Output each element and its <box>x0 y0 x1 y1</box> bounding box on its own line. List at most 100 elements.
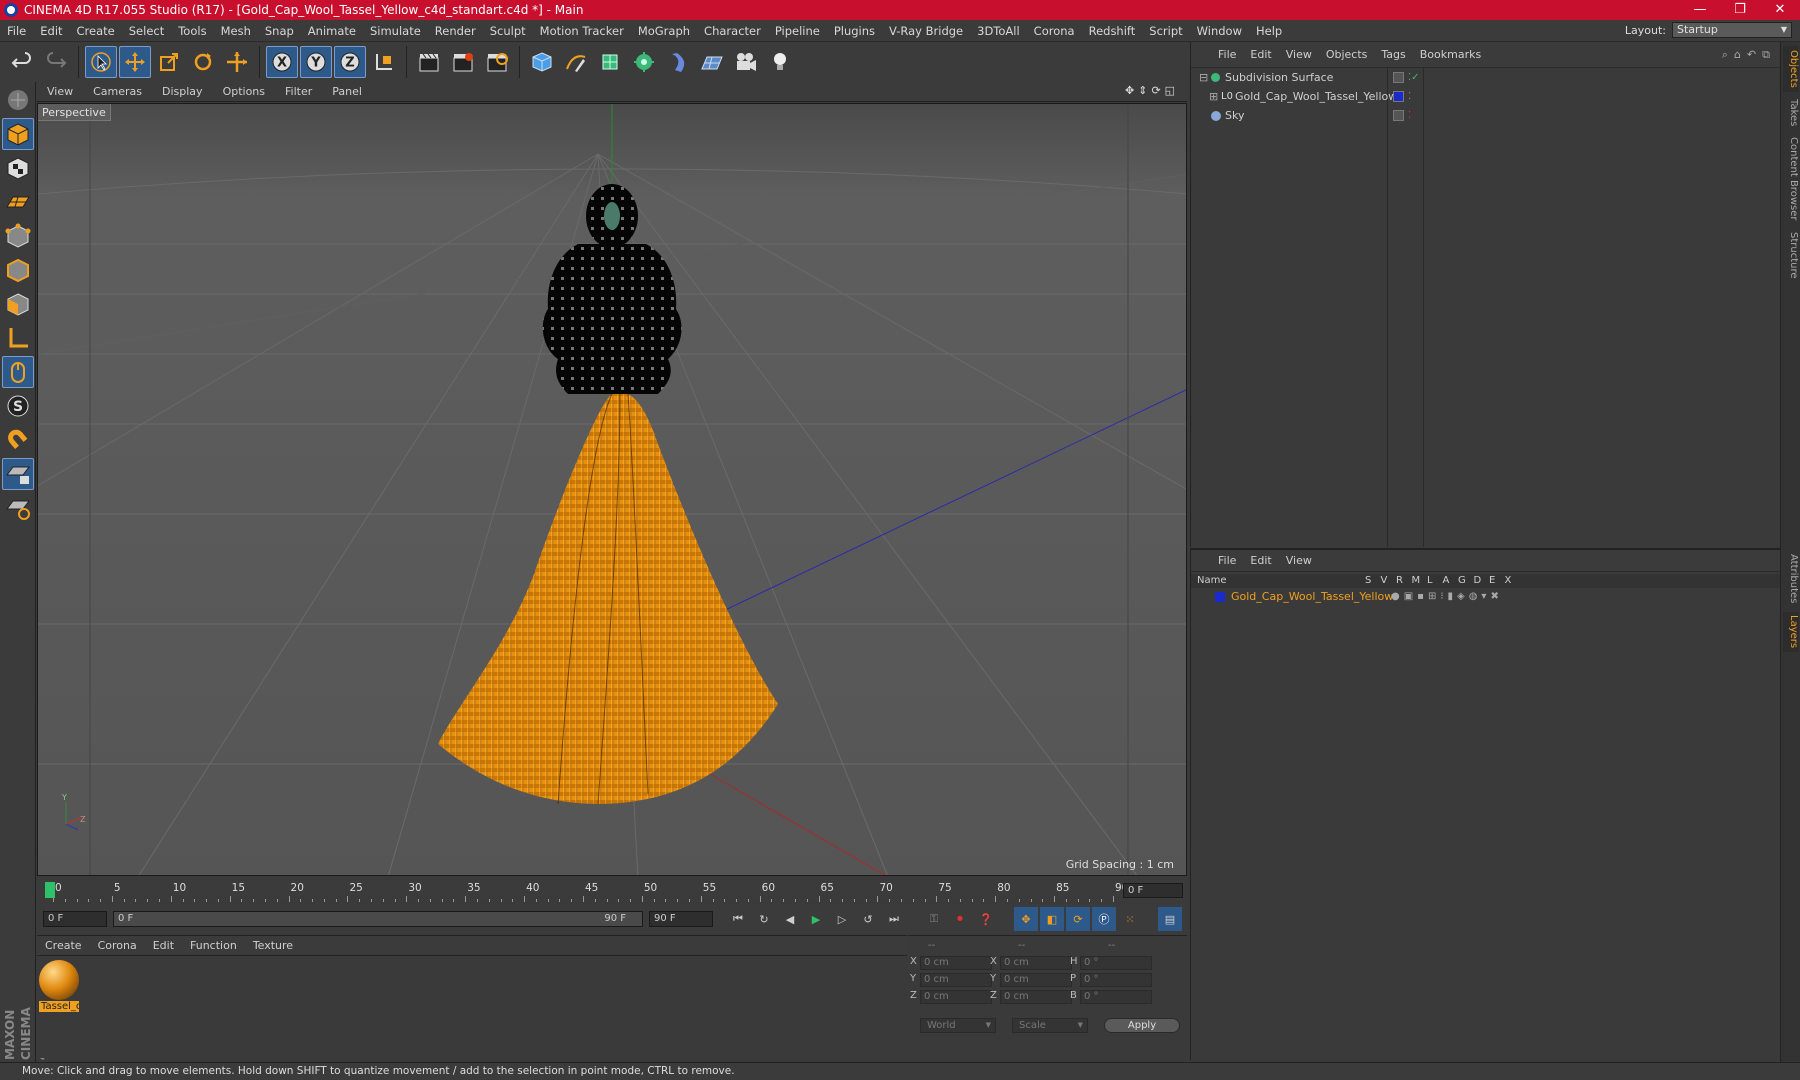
playhead[interactable] <box>45 882 55 898</box>
menu-sculpt[interactable]: Sculpt <box>483 24 533 38</box>
layer-column-header[interactable]: E <box>1489 574 1495 588</box>
make-editable-button[interactable] <box>2 84 34 116</box>
undo-button[interactable] <box>6 46 38 78</box>
layer-column-header[interactable]: M <box>1412 574 1421 588</box>
coord-value-field[interactable]: 0 ° <box>1080 956 1152 970</box>
coord-space-dropdown[interactable]: World ▼ <box>920 1018 996 1033</box>
menu-tools[interactable]: Tools <box>171 24 213 38</box>
layer-column-header[interactable]: G <box>1458 574 1466 588</box>
snap-button[interactable] <box>2 424 34 456</box>
texture-mode-button[interactable] <box>2 152 34 184</box>
tab-objects[interactable]: Objects <box>1783 46 1799 92</box>
key-pla-button[interactable]: ⁙ <box>1118 907 1142 931</box>
viewport-menu-cameras[interactable]: Cameras <box>83 85 152 98</box>
object-menu-file[interactable]: File <box>1211 48 1243 61</box>
play-button[interactable]: ▶ <box>804 907 828 931</box>
perspective-viewport[interactable]: YZ Perspective Grid Spacing : 1 cm <box>37 103 1187 876</box>
menu-corona[interactable]: Corona <box>1027 24 1082 38</box>
record-button[interactable]: ⏺ <box>948 907 972 931</box>
menu-redshift[interactable]: Redshift <box>1082 24 1143 38</box>
coord-value-field[interactable]: 0 cm <box>1000 956 1072 970</box>
y-axis-button[interactable]: Y <box>300 46 332 78</box>
apply-button[interactable]: Apply <box>1104 1018 1180 1033</box>
cube-button[interactable] <box>526 46 558 78</box>
prev-key-button[interactable]: ↻ <box>752 907 776 931</box>
expand-icon[interactable]: ⊞ <box>1209 87 1218 106</box>
menu-select[interactable]: Select <box>122 24 171 38</box>
menu-pipeline[interactable]: Pipeline <box>768 24 827 38</box>
tab-structure[interactable]: Structure <box>1783 228 1799 282</box>
restore-icon[interactable]: ❐ <box>1720 0 1760 20</box>
key-position-button[interactable]: ✥ <box>1014 907 1038 931</box>
layer-column-header[interactable]: A <box>1443 574 1450 588</box>
object-row-sky[interactable]: Sky ⁚ <box>1191 106 1781 125</box>
object-menu-edit[interactable]: Edit <box>1243 48 1278 61</box>
search-icon[interactable]: ⌕ <box>1722 48 1728 62</box>
menu-simulate[interactable]: Simulate <box>363 24 428 38</box>
object-menu-tags[interactable]: Tags <box>1374 48 1412 61</box>
menu-mograph[interactable]: MoGraph <box>631 24 697 38</box>
go-to-end-button[interactable]: ⏭ <box>882 907 906 931</box>
axis-mode-button[interactable] <box>2 322 34 354</box>
end-frame-field[interactable]: 90 F <box>649 911 713 927</box>
object-menu-view[interactable]: View <box>1279 48 1319 61</box>
step-forward-button[interactable]: ▷ <box>830 907 854 931</box>
live-select-button[interactable] <box>85 46 117 78</box>
menu-file[interactable]: File <box>0 24 33 38</box>
move-button[interactable] <box>119 46 151 78</box>
material-menu-corona[interactable]: Corona <box>90 939 145 952</box>
viewport-label[interactable]: Perspective <box>38 104 111 121</box>
menu-3dtoall[interactable]: 3DToAll <box>970 24 1027 38</box>
layer-color-swatch[interactable] <box>1215 592 1225 602</box>
transform-button[interactable] <box>221 46 253 78</box>
layer-column-header[interactable]: S <box>1365 574 1371 588</box>
back-icon[interactable]: ↶ <box>1747 48 1756 62</box>
spline-pen-button[interactable] <box>560 46 592 78</box>
solo-mode-button[interactable]: S <box>2 390 34 422</box>
model-mode-button[interactable] <box>2 118 34 150</box>
motion-record-button[interactable]: ⚿ <box>922 907 946 931</box>
close-icon[interactable]: ✕ <box>1760 0 1800 20</box>
render-settings-button[interactable] <box>481 46 513 78</box>
coord-value-field[interactable]: 0 cm <box>1000 973 1072 987</box>
pan-icon[interactable]: ✥ <box>1125 84 1134 97</box>
redo-button[interactable] <box>40 46 72 78</box>
menu-window[interactable]: Window <box>1190 24 1249 38</box>
tab-attributes[interactable]: Attributes <box>1783 550 1799 608</box>
menu-mesh[interactable]: Mesh <box>214 24 258 38</box>
workplane-lock-button[interactable] <box>2 458 34 490</box>
scale-button[interactable] <box>153 46 185 78</box>
visibility-dots-icon[interactable]: ⁚ <box>1408 87 1411 106</box>
layer-menu-edit[interactable]: Edit <box>1243 554 1278 567</box>
z-axis-button[interactable]: Z <box>334 46 366 78</box>
coord-value-field[interactable]: 0 ° <box>1080 973 1152 987</box>
start-frame-field[interactable]: 0 F <box>43 911 107 927</box>
render-picture-viewer-button[interactable] <box>447 46 479 78</box>
viewport-menu-options[interactable]: Options <box>213 85 275 98</box>
tab-layers[interactable]: Layers <box>1783 612 1799 652</box>
coord-value-field[interactable]: 0 cm <box>1000 990 1072 1004</box>
step-back-button[interactable]: ◀ <box>778 907 802 931</box>
layer-column-header[interactable]: R <box>1396 574 1403 588</box>
points-mode-button[interactable] <box>2 220 34 252</box>
camera-button[interactable] <box>730 46 762 78</box>
tab-takes[interactable]: Takes <box>1783 96 1799 130</box>
rotate-button[interactable] <box>187 46 219 78</box>
subdivision-button[interactable] <box>594 46 626 78</box>
menu-motion-tracker[interactable]: Motion Tracker <box>533 24 631 38</box>
minimize-icon[interactable]: — <box>1680 0 1720 20</box>
layer-column-header[interactable]: V <box>1381 574 1388 588</box>
menu-snap[interactable]: Snap <box>258 24 301 38</box>
orbit-icon[interactable]: ⟳ <box>1151 84 1160 97</box>
coord-value-field[interactable]: 0 cm <box>920 990 992 1004</box>
viewport-menu-panel[interactable]: Panel <box>322 85 372 98</box>
light-button[interactable] <box>764 46 796 78</box>
material-menu-edit[interactable]: Edit <box>145 939 182 952</box>
layer-column-header[interactable]: D <box>1474 574 1482 588</box>
menu-script[interactable]: Script <box>1142 24 1189 38</box>
layer-column-header[interactable]: X <box>1505 574 1512 588</box>
coord-mode-dropdown[interactable]: Scale ▼ <box>1012 1018 1088 1033</box>
tweak-mode-button[interactable] <box>2 356 34 388</box>
layer-menu-file[interactable]: File <box>1211 554 1243 567</box>
layer-column-header[interactable]: L <box>1427 574 1433 588</box>
